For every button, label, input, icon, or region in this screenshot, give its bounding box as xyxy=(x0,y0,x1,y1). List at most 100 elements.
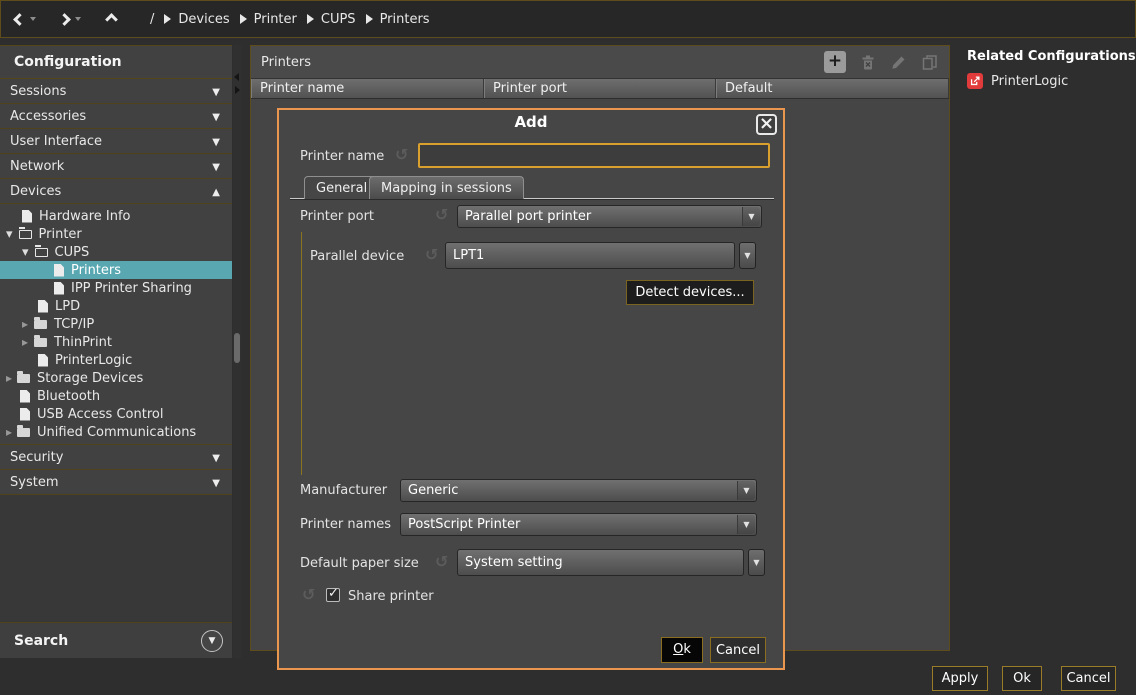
tree-label: PrinterLogic xyxy=(55,353,132,368)
tab-mapping-in-sessions[interactable]: Mapping in sessions xyxy=(369,176,524,199)
copy-printer-button[interactable] xyxy=(918,51,940,73)
ok-button[interactable]: Ok xyxy=(1002,666,1042,691)
dialog-cancel-button[interactable]: Cancel xyxy=(710,637,766,663)
search-expand-button[interactable] xyxy=(201,630,223,652)
chevron-down-icon xyxy=(212,109,220,124)
sidebar-section-devices[interactable]: Devices xyxy=(0,179,232,204)
edit-printer-button[interactable] xyxy=(887,51,909,73)
breadcrumb: / Devices Printer CUPS Printers xyxy=(150,12,430,27)
tree-item-printers-selected[interactable]: Printers xyxy=(0,261,232,279)
expander-closed-icon[interactable] xyxy=(22,335,28,350)
sidebar-section-accessories[interactable]: Accessories xyxy=(0,104,232,129)
paper-size-combo[interactable]: System setting xyxy=(457,549,744,576)
tree-label: ThinPrint xyxy=(54,335,112,350)
sidebar-section-system[interactable]: System xyxy=(0,470,232,495)
breadcrumb-item-printer[interactable]: Printer xyxy=(240,12,297,27)
breadcrumb-arrow-icon xyxy=(307,14,314,24)
share-printer-checkbox[interactable] xyxy=(326,588,340,602)
printer-name-input[interactable] xyxy=(418,143,770,168)
reset-icon[interactable] xyxy=(435,207,451,223)
tree-item-bluetooth[interactable]: Bluetooth xyxy=(0,387,232,405)
paper-size-dropdown-button[interactable] xyxy=(748,549,765,576)
tree-item-lpd[interactable]: LPD xyxy=(0,297,232,315)
column-header-printer-port[interactable]: Printer port xyxy=(484,79,716,98)
expander-closed-icon[interactable] xyxy=(22,317,28,332)
forward-button[interactable] xyxy=(60,15,81,24)
tab-general[interactable]: General xyxy=(304,176,379,199)
printer-names-select[interactable]: PostScript Printer xyxy=(400,513,757,536)
printers-table-header: Printer name Printer port Default xyxy=(251,78,949,99)
tree-item-hardware-info[interactable]: Hardware Info xyxy=(0,207,232,225)
parallel-device-combo[interactable]: LPT1 xyxy=(445,242,735,269)
detect-devices-button[interactable]: Detect devices... xyxy=(626,280,754,305)
section-label: Accessories xyxy=(10,109,86,124)
manufacturer-select[interactable]: Generic xyxy=(400,479,757,502)
column-header-default[interactable]: Default xyxy=(716,79,949,98)
up-button[interactable] xyxy=(107,15,116,24)
breadcrumb-root[interactable]: / xyxy=(150,12,154,27)
dialog-close-button[interactable] xyxy=(756,114,777,135)
add-printer-button[interactable] xyxy=(824,51,846,73)
tree-item-printerlogic[interactable]: PrinterLogic xyxy=(0,351,232,369)
chevron-down-icon xyxy=(212,134,220,149)
breadcrumb-arrow-icon xyxy=(164,14,171,24)
reset-icon[interactable] xyxy=(302,587,318,603)
expander-closed-icon[interactable] xyxy=(6,425,12,440)
sidebar-section-network[interactable]: Network xyxy=(0,154,232,179)
breadcrumb-item-devices[interactable]: Devices xyxy=(164,12,229,27)
tree-item-usb-access-control[interactable]: USB Access Control xyxy=(0,405,232,423)
sidebar-scrollbar-thumb[interactable] xyxy=(234,333,240,363)
collapse-left-icon[interactable] xyxy=(234,73,239,81)
tree-item-cups[interactable]: CUPS xyxy=(0,243,232,261)
tree-label: CUPS xyxy=(55,245,90,260)
breadcrumb-item-cups[interactable]: CUPS xyxy=(307,12,356,27)
group-indent-line xyxy=(301,232,302,475)
expander-closed-icon[interactable] xyxy=(6,371,12,386)
delete-printer-button[interactable] xyxy=(856,51,878,73)
reset-icon[interactable] xyxy=(435,554,451,570)
cancel-button[interactable]: Cancel xyxy=(1061,666,1116,691)
tree-label: Hardware Info xyxy=(39,209,131,224)
parallel-device-dropdown-button[interactable] xyxy=(739,242,756,269)
file-icon xyxy=(20,408,30,421)
printer-names-label: Printer names xyxy=(300,517,391,532)
breadcrumb-item-printers[interactable]: Printers xyxy=(366,12,430,27)
tree-label: Unified Communications xyxy=(37,425,196,440)
file-icon xyxy=(54,264,64,277)
apply-button[interactable]: Apply xyxy=(932,666,988,691)
back-button[interactable] xyxy=(15,15,36,24)
manufacturer-value: Generic xyxy=(408,483,458,498)
printers-panel-header: Printers xyxy=(251,46,949,78)
column-header-printer-name[interactable]: Printer name xyxy=(251,79,484,98)
sidebar-section-sessions[interactable]: Sessions xyxy=(0,79,232,104)
printer-name-label: Printer name xyxy=(300,149,384,164)
sidebar-empty-area xyxy=(0,495,232,623)
tree-label: TCP/IP xyxy=(54,317,94,332)
dialog-ok-button[interactable]: Ok xyxy=(661,637,703,663)
tree-item-storage-devices[interactable]: Storage Devices xyxy=(0,369,232,387)
tree-item-printer[interactable]: Printer xyxy=(0,225,232,243)
reset-icon[interactable] xyxy=(425,247,441,263)
expand-right-icon[interactable] xyxy=(235,86,240,94)
back-history-caret-icon xyxy=(30,17,36,21)
related-item-printerlogic[interactable]: PrinterLogic xyxy=(967,73,1136,89)
tree-label: LPD xyxy=(55,299,80,314)
paper-size-label: Default paper size xyxy=(300,556,419,571)
sidebar-splitter[interactable] xyxy=(233,45,242,658)
printer-port-select[interactable]: Parallel port printer xyxy=(457,205,762,228)
sidebar-section-security[interactable]: Security xyxy=(0,445,232,470)
configuration-sidebar: Configuration Sessions Accessories User … xyxy=(0,45,232,658)
reset-icon[interactable] xyxy=(395,147,411,163)
chevron-down-icon xyxy=(212,450,220,465)
tree-item-unified-communications[interactable]: Unified Communications xyxy=(0,423,232,441)
expander-open-icon[interactable] xyxy=(6,227,13,242)
tree-item-thinprint[interactable]: ThinPrint xyxy=(0,333,232,351)
search-section[interactable]: Search xyxy=(0,622,232,658)
sidebar-section-user-interface[interactable]: User Interface xyxy=(0,129,232,154)
tree-item-ipp-printer-sharing[interactable]: IPP Printer Sharing xyxy=(0,279,232,297)
tree-item-tcpip[interactable]: TCP/IP xyxy=(0,315,232,333)
file-icon xyxy=(38,300,48,313)
pencil-icon xyxy=(890,54,907,71)
chevron-down-icon xyxy=(212,84,220,99)
expander-open-icon[interactable] xyxy=(22,245,29,260)
